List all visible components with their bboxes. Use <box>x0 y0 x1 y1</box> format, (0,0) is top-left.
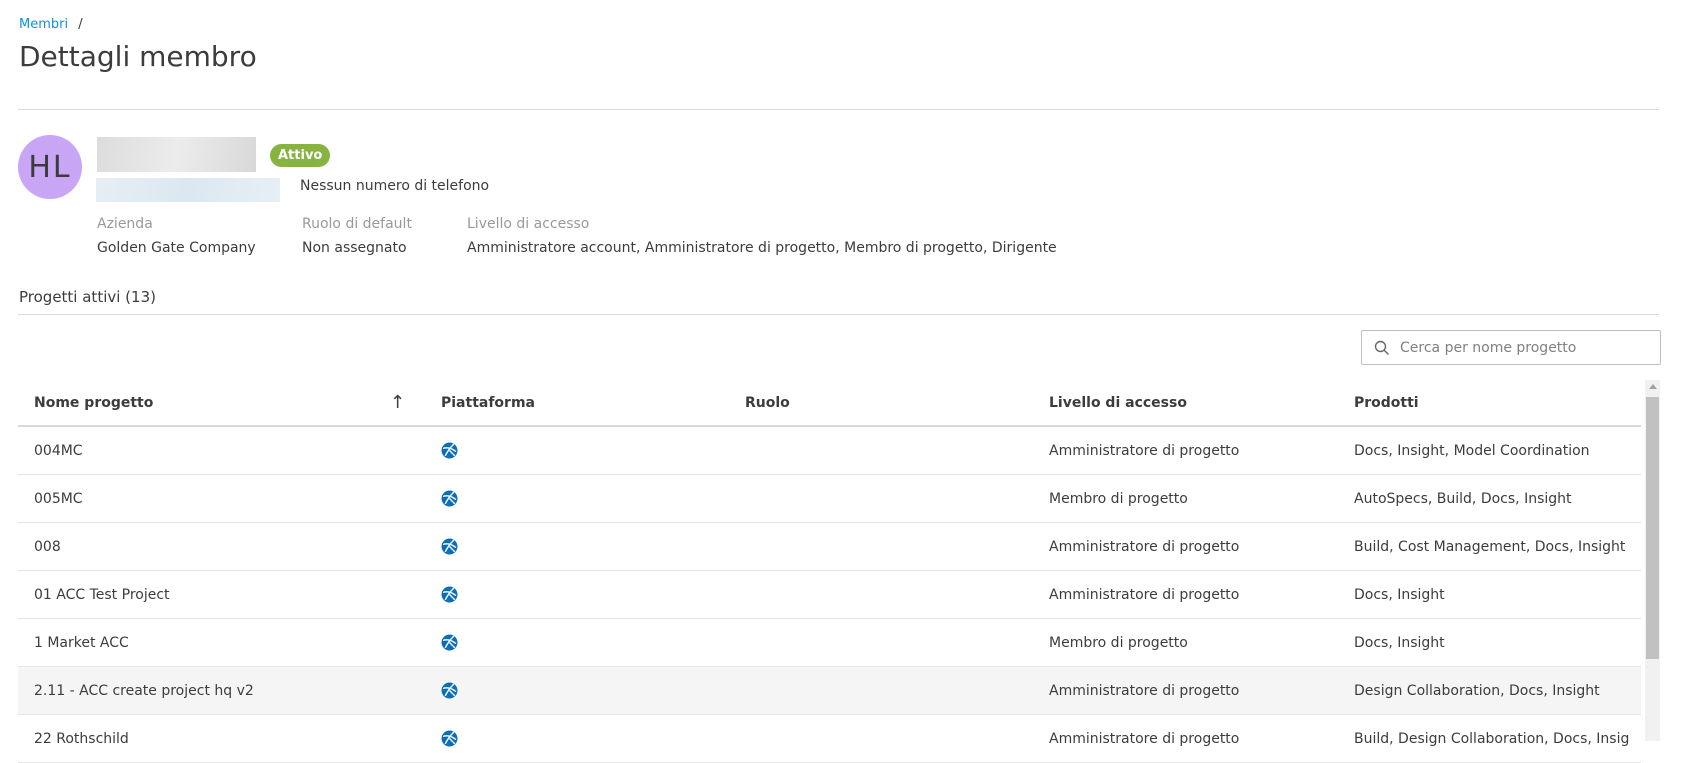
project-access-level: Amministratore di progetto <box>1049 730 1240 747</box>
project-products: Build, Design Collaboration, Docs, Insig <box>1354 730 1630 747</box>
projects-table: Nome progetto ↑ Piattaforma Ruolo Livell… <box>18 380 1641 763</box>
active-projects-title: Progetti attivi (13) <box>19 288 156 306</box>
column-header-products[interactable]: Prodotti <box>1354 380 1419 425</box>
default-role-label: Ruolo di default <box>302 216 412 232</box>
section-divider <box>18 314 1659 315</box>
table-row[interactable]: 005MC Membro di progetto AutoSpecs, Buil… <box>18 475 1641 523</box>
status-badge: Attivo <box>270 144 331 167</box>
page-title: Dettagli membro <box>19 40 257 73</box>
project-access-level: Amministratore di progetto <box>1049 442 1240 459</box>
table-row[interactable]: 004MC Amministratore di progetto Docs, I… <box>18 427 1641 475</box>
table-row[interactable]: 2.11 - ACC create project hq v2 Amminist… <box>18 667 1641 715</box>
avatar: HL <box>18 135 82 199</box>
project-name[interactable]: 004MC <box>34 427 83 474</box>
platform-globe-icon <box>441 523 458 570</box>
platform-globe-icon <box>441 475 458 522</box>
default-role-value: Non assegnato <box>302 240 407 256</box>
table-scrollbar[interactable] <box>1645 380 1660 741</box>
column-header-name[interactable]: Nome progetto <box>34 380 153 425</box>
project-name[interactable]: 01 ACC Test Project <box>34 571 170 618</box>
member-phone: Nessun numero di telefono <box>300 178 490 194</box>
project-products: Build, Cost Management, Docs, Insight <box>1354 538 1626 555</box>
column-header-role[interactable]: Ruolo <box>745 380 790 425</box>
access-level-label: Livello di accesso <box>467 216 590 232</box>
scroll-up-arrow-icon[interactable] <box>1649 384 1657 389</box>
member-email-redacted <box>96 178 280 202</box>
project-access-level: Amministratore di progetto <box>1049 682 1240 699</box>
platform-globe-icon <box>441 571 458 618</box>
column-header-access[interactable]: Livello di accesso <box>1049 380 1187 425</box>
project-products: Design Collaboration, Docs, Insight <box>1354 682 1600 699</box>
header-divider <box>18 109 1659 110</box>
table-row[interactable]: 01 ACC Test Project Amministratore di pr… <box>18 571 1641 619</box>
column-header-platform[interactable]: Piattaforma <box>441 380 535 425</box>
project-search[interactable] <box>1361 330 1661 365</box>
table-row[interactable]: 1 Market ACC Membro di progetto Docs, In… <box>18 619 1641 667</box>
company-label: Azienda <box>97 216 153 232</box>
arrow-up-icon[interactable]: ↑ <box>390 380 405 425</box>
scrollbar-thumb[interactable] <box>1646 397 1659 659</box>
project-name[interactable]: 2.11 - ACC create project hq v2 <box>34 667 254 714</box>
project-access-level: Amministratore di progetto <box>1049 538 1240 555</box>
project-products: Docs, Insight <box>1354 586 1445 603</box>
platform-globe-icon <box>441 427 458 474</box>
company-value: Golden Gate Company <box>97 240 256 256</box>
project-products: Docs, Insight <box>1354 634 1445 651</box>
project-access-level: Membro di progetto <box>1049 490 1188 507</box>
project-products: AutoSpecs, Build, Docs, Insight <box>1354 490 1572 507</box>
table-row[interactable]: 22 Rothschild Amministratore di progetto… <box>18 715 1641 763</box>
breadcrumb-membri-link[interactable]: Membri <box>19 17 68 32</box>
project-name[interactable]: 1 Market ACC <box>34 619 129 666</box>
project-name[interactable]: 005MC <box>34 475 83 522</box>
project-access-level: Membro di progetto <box>1049 634 1188 651</box>
table-header: Nome progetto ↑ Piattaforma Ruolo Livell… <box>18 380 1641 427</box>
table-row[interactable]: 008 Amministratore di progetto Build, Co… <box>18 523 1641 571</box>
project-name[interactable]: 22 Rothschild <box>34 715 129 762</box>
search-icon <box>1374 340 1389 355</box>
breadcrumb-separator: / <box>78 17 83 32</box>
platform-globe-icon <box>441 619 458 666</box>
search-input[interactable] <box>1400 339 1640 356</box>
breadcrumb: Membri / <box>19 17 83 32</box>
project-products: Docs, Insight, Model Coordination <box>1354 442 1590 459</box>
platform-globe-icon <box>441 715 458 762</box>
project-name[interactable]: 008 <box>34 523 61 570</box>
access-level-value: Amministratore account, Amministratore d… <box>467 240 1057 256</box>
project-access-level: Amministratore di progetto <box>1049 586 1240 603</box>
member-name-redacted <box>97 137 256 172</box>
platform-globe-icon <box>441 667 458 714</box>
